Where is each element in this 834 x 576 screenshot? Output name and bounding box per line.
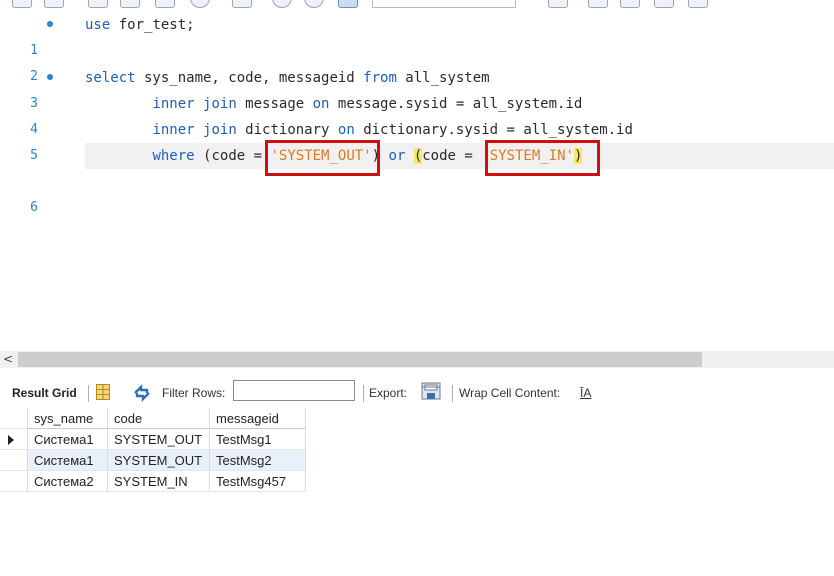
editor-line: 4 inner join message on message.sysid = … <box>0 91 834 137</box>
refresh-icon[interactable] <box>132 384 152 402</box>
table-row[interactable]: Система1 SYSTEM_OUT TestMsg2 <box>0 450 306 471</box>
editor-horizontal-scrollbar[interactable]: < <box>0 351 834 368</box>
limit-rows-select[interactable] <box>372 0 516 8</box>
search-icon[interactable] <box>620 0 640 8</box>
db-name: for_test; <box>110 17 195 33</box>
cell-sys-name[interactable]: Система2 <box>28 471 108 492</box>
paren-open-matched: ( <box>413 148 423 164</box>
statement-marker-icon <box>47 74 53 80</box>
editor-line: 3 select sys_name, code, messageid from … <box>0 65 834 111</box>
separator <box>88 385 89 402</box>
highlight-box-system-in <box>485 140 600 176</box>
rollback-icon[interactable] <box>304 0 324 8</box>
keyword-on: on <box>337 122 355 138</box>
current-row-arrow-icon <box>8 435 14 445</box>
code-text: use for_test; <box>85 12 195 38</box>
row-marker <box>0 471 28 492</box>
row-marker-header <box>0 408 28 429</box>
column-header-messageid[interactable]: messageid <box>210 408 306 429</box>
condition-text: code = <box>211 148 271 164</box>
autocommit-icon[interactable] <box>338 0 358 8</box>
keyword-from: from <box>363 70 397 86</box>
line-number: 6 <box>30 200 38 215</box>
cell-sys-name[interactable]: Система1 <box>28 450 108 471</box>
join-condition: dictionary.sysid = all_system.id <box>354 122 633 138</box>
filter-rows-label: Filter Rows: <box>162 386 226 400</box>
cell-sys-name[interactable]: Система1 <box>28 429 108 450</box>
cell-messageid[interactable]: TestMsg457 <box>210 471 306 492</box>
result-toolbar: Result Grid Filter Rows: Export: Wrap Ce… <box>0 378 834 408</box>
toggle-error-icon[interactable] <box>232 0 252 8</box>
condition-text: code = <box>422 148 482 164</box>
new-tab-icon[interactable] <box>12 0 32 8</box>
commit-icon[interactable] <box>272 0 292 8</box>
cell-messageid[interactable]: TestMsg1 <box>210 429 306 450</box>
sql-editor[interactable]: 1 use for_test; 2 3 select sys_name, cod… <box>0 10 834 350</box>
keyword-use: use <box>85 17 111 33</box>
cell-code[interactable]: SYSTEM_OUT <box>108 429 210 450</box>
editor-line: 2 <box>0 38 834 84</box>
separator <box>363 385 364 402</box>
wrap-cell-content-label: Wrap Cell Content: <box>459 386 561 400</box>
wrap-lines-icon[interactable] <box>688 0 708 8</box>
keyword-join: join <box>203 122 237 138</box>
code-text: select sys_name, code, messageid from al… <box>85 65 490 91</box>
column-header-sys-name[interactable]: sys_name <box>28 408 108 429</box>
row-marker <box>0 450 28 471</box>
keyword-on: on <box>312 96 330 112</box>
cell-messageid[interactable]: TestMsg2 <box>210 450 306 471</box>
editor-line-current: 6 where (code = 'SYSTEM_OUT') or (code =… <box>0 143 834 215</box>
scroll-left-icon[interactable]: < <box>3 351 13 368</box>
cell-code[interactable]: SYSTEM_OUT <box>108 450 210 471</box>
code-text: inner join message on message.sysid = al… <box>85 91 582 117</box>
result-grid-tab[interactable]: Result Grid <box>12 378 77 408</box>
export-icon[interactable] <box>421 382 443 402</box>
keyword-inner: inner <box>152 122 195 138</box>
join-condition: message.sysid = all_system.id <box>329 96 583 112</box>
table-row[interactable]: Система2 SYSTEM_IN TestMsg457 <box>0 471 306 492</box>
keyword-inner: inner <box>152 96 195 112</box>
execute-current-icon[interactable] <box>120 0 140 8</box>
keyword-where: where <box>152 148 195 164</box>
keyword-join: join <box>203 96 237 112</box>
editor-toolbar <box>0 0 834 8</box>
table-row[interactable]: Система1 SYSTEM_OUT TestMsg1 <box>0 429 306 450</box>
explain-icon[interactable] <box>155 0 175 8</box>
highlight-box-system-out <box>265 140 380 176</box>
filter-rows-input[interactable] <box>233 380 355 401</box>
keyword-or: or <box>388 148 406 164</box>
stop-icon[interactable] <box>190 0 210 8</box>
scrollbar-thumb[interactable] <box>18 352 702 367</box>
from-table: all_system <box>396 70 490 86</box>
beautify-icon[interactable] <box>548 0 568 8</box>
column-header-code[interactable]: code <box>108 408 210 429</box>
row-marker <box>0 429 28 450</box>
export-label: Export: <box>369 386 408 400</box>
cell-code[interactable]: SYSTEM_IN <box>108 471 210 492</box>
invisible-chars-icon[interactable] <box>654 0 674 8</box>
editor-line: 1 use for_test; <box>0 12 834 58</box>
separator <box>452 385 453 402</box>
statement-marker-icon <box>47 21 53 27</box>
grid-layout-icon[interactable] <box>96 384 110 400</box>
keyword-select: select <box>85 70 136 86</box>
join-table: dictionary <box>236 122 338 138</box>
join-table: message <box>236 96 313 112</box>
open-file-icon[interactable] <box>44 0 64 8</box>
execute-icon[interactable] <box>88 0 108 8</box>
find-icon[interactable] <box>588 0 608 8</box>
grid-header-row: sys_name code messageid <box>0 408 306 429</box>
editor-line: 5 inner join dictionary on dictionary.sy… <box>0 117 834 163</box>
wrap-cell-content-icon[interactable]: ĪA <box>580 385 596 401</box>
select-columns: sys_name, code, messageid <box>135 70 364 86</box>
